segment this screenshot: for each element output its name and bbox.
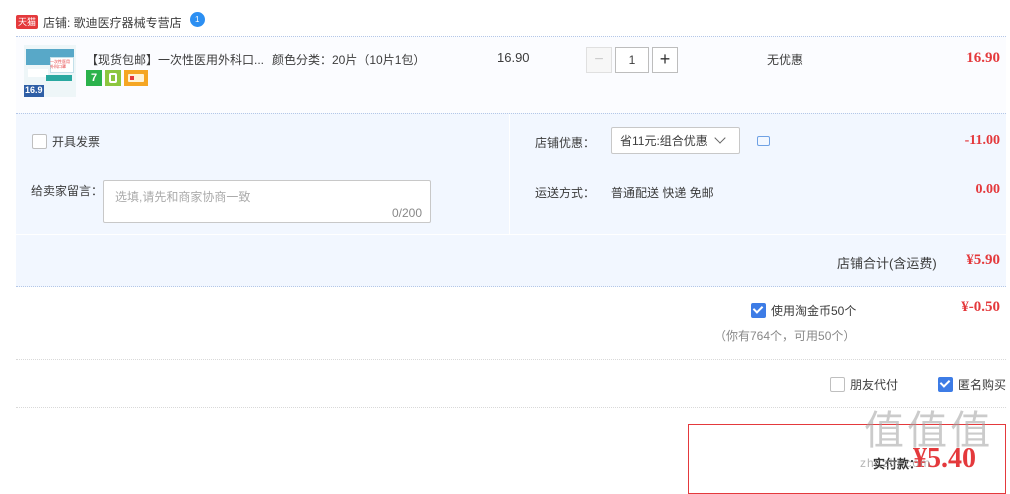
discount-comment-icon[interactable] xyxy=(757,136,770,146)
taojinbi-note: （你有764个，可用50个） xyxy=(714,329,856,343)
guarantee-icon xyxy=(105,70,121,86)
taojinbi-checkbox[interactable] xyxy=(751,303,766,318)
divider xyxy=(16,359,1006,360)
chevron-down-icon xyxy=(714,131,726,144)
shop-discount-amount: -11.00 xyxy=(964,133,1000,148)
shop-total-label: 店铺合计(含运费) xyxy=(837,256,937,271)
anonymous-option[interactable]: 匿名购买 xyxy=(938,376,1006,393)
anonymous-checkbox[interactable] xyxy=(938,377,953,392)
shop-discount-select[interactable]: 省11元:组合优惠 xyxy=(611,127,740,154)
chat-badge[interactable]: 1 xyxy=(189,12,206,28)
order-options-panel: 开具发票 给卖家留言： 选填,请先和商家协商一致 0/200 店铺优惠： 省11… xyxy=(16,113,1006,287)
watermark-logo: 值 值 值 xyxy=(864,409,990,453)
message-textarea[interactable]: 选填,请先和商家协商一致 0/200 xyxy=(103,180,431,223)
watermark-site: zhi.zhi.com xyxy=(860,456,932,470)
shipping-label: 运送方式： xyxy=(535,186,596,200)
invoice-checkbox[interactable] xyxy=(32,134,47,149)
message-counter: 0/200 xyxy=(391,206,422,220)
shop-name-link[interactable]: 店铺: 歌迪医疗器械专营店 xyxy=(43,14,182,31)
thumbnail-caption: 一次性医用外科口罩 xyxy=(50,59,70,69)
divider xyxy=(16,407,1006,408)
friend-pay-checkbox[interactable] xyxy=(830,377,845,392)
shop-discount-label: 店铺优惠： xyxy=(535,136,596,150)
invoice-option[interactable]: 开具发票 xyxy=(32,133,100,150)
friend-pay-label: 朋友代付 xyxy=(850,378,899,392)
taojinbi-amount: ¥-0.50 xyxy=(961,299,1000,315)
shop-discount-selected: 省11元:组合优惠 xyxy=(620,134,708,148)
shipping-amount: 0.00 xyxy=(975,182,1001,197)
seven-day-return-icon: 7 xyxy=(86,70,102,86)
sku-info: 颜色分类：20片（10片1包） xyxy=(272,53,426,67)
item-subtotal: 16.90 xyxy=(966,50,1000,66)
invoice-label: 开具发票 xyxy=(52,135,101,149)
thumbnail-price: 16.9 xyxy=(25,85,43,95)
shop-header: 天猫 店铺: 歌迪医疗器械专营店 1 xyxy=(16,12,206,32)
anonymous-label: 匿名购买 xyxy=(958,378,1007,392)
promo-status: 无优惠 xyxy=(767,53,804,67)
order-item-row: 一次性医用外科口罩 16.9 【现货包邮】一次性医用外科口... 7 颜色分类：… xyxy=(16,36,1006,113)
product-thumbnail[interactable]: 一次性医用外科口罩 16.9 xyxy=(24,45,76,97)
message-label: 给卖家留言： xyxy=(31,184,104,198)
qty-increase-button[interactable]: + xyxy=(652,47,678,73)
qty-decrease-button[interactable]: − xyxy=(586,47,612,73)
friend-pay-option[interactable]: 朋友代付 xyxy=(830,376,898,393)
product-title-link[interactable]: 【现货包邮】一次性医用外科口... xyxy=(86,51,264,68)
shipping-value: 普通配送 快递 免邮 xyxy=(611,186,714,200)
shop-total-amount: ¥5.90 xyxy=(966,252,1000,268)
taojinbi-option[interactable]: 使用淘金币50个 xyxy=(751,302,856,319)
service-icons: 7 xyxy=(86,70,148,86)
tmall-badge: 天猫 xyxy=(16,15,39,29)
unit-price: 16.90 xyxy=(497,50,530,65)
qty-input[interactable]: 1 xyxy=(615,47,649,73)
message-placeholder: 选填,请先和商家协商一致 xyxy=(115,190,251,204)
quantity-stepper: − 1 + xyxy=(586,47,678,73)
credit-card-icon xyxy=(124,70,148,86)
taojinbi-label: 使用淘金币50个 xyxy=(771,304,857,318)
